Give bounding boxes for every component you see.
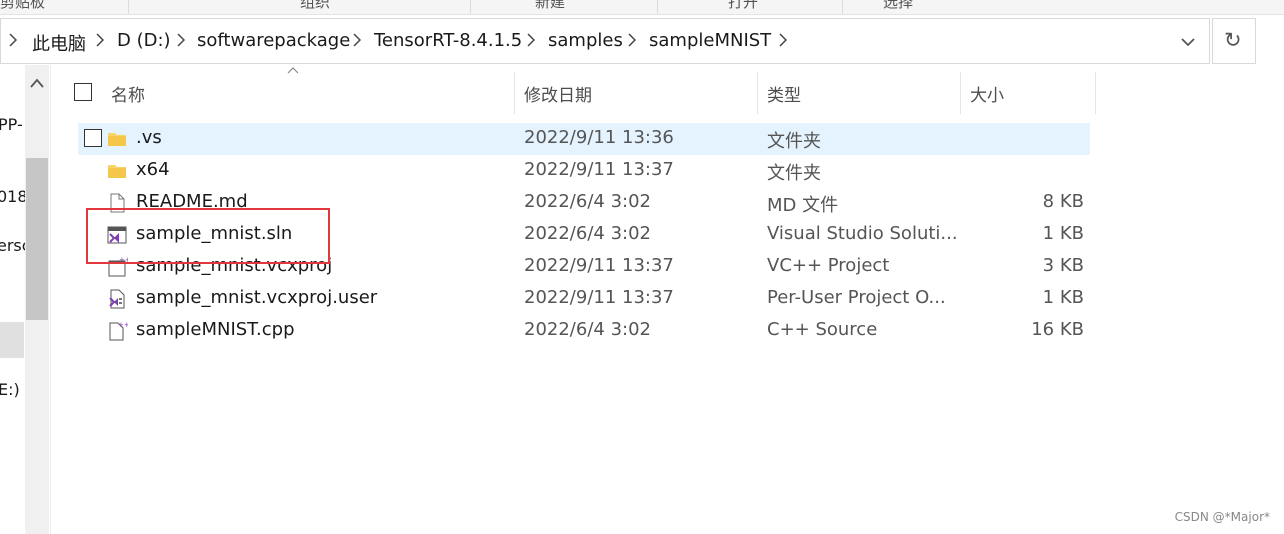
file-date: 2022/6/4 3:02 xyxy=(524,223,651,244)
file-type: MD 文件 xyxy=(767,195,839,216)
refresh-icon: ↻ xyxy=(1224,28,1242,52)
watermark: CSDN @*Major* xyxy=(1174,510,1270,524)
file-name[interactable]: x64 xyxy=(136,159,170,180)
file-row[interactable]: .vs 2022/9/11 13:36 文件夹 xyxy=(78,123,1090,155)
refresh-button[interactable]: ↻ xyxy=(1212,18,1256,64)
ribbon-group-select[interactable]: 选择 xyxy=(883,0,913,12)
file-name[interactable]: .vs xyxy=(136,127,162,148)
file-date: 2022/9/11 13:37 xyxy=(524,287,674,308)
ribbon-separator xyxy=(842,0,843,14)
nav-item-label[interactable]: E:) xyxy=(0,380,20,399)
nav-scrollbar-thumb[interactable] xyxy=(26,158,48,320)
file-name[interactable]: sample_mnist.vcxproj.user xyxy=(136,287,377,308)
chevron-right-icon[interactable] xyxy=(177,33,185,47)
breadcrumb-softwarepackage[interactable]: softwarepackage xyxy=(197,30,350,51)
nav-selected-item[interactable] xyxy=(0,322,24,358)
file-row[interactable]: sample_mnist.vcxproj.user 2022/9/11 13:3… xyxy=(78,283,1090,315)
column-header-type[interactable]: 类型 xyxy=(767,81,801,106)
breadcrumb-this-pc[interactable]: 此电脑 xyxy=(32,30,86,56)
breadcrumb-samplemnist[interactable]: sampleMNIST xyxy=(649,30,771,51)
ribbon-group-open[interactable]: 打开 xyxy=(728,0,758,12)
column-separator[interactable] xyxy=(1095,72,1096,114)
column-separator[interactable] xyxy=(960,72,961,114)
breadcrumb-tensorrt[interactable]: TensorRT-8.4.1.5 xyxy=(374,30,522,51)
file-type: C++ Source xyxy=(767,319,878,340)
file-row[interactable]: x64 2022/9/11 13:37 文件夹 xyxy=(78,155,1090,187)
chevron-right-icon[interactable] xyxy=(353,33,361,47)
chevron-right-icon[interactable] xyxy=(9,33,17,47)
pane-divider xyxy=(50,65,51,534)
ribbon: 剪贴板 组织 新建 打开 选择 xyxy=(0,0,1284,15)
file-date: 2022/9/11 13:36 xyxy=(524,127,674,148)
chevron-right-icon[interactable] xyxy=(779,33,787,47)
file-date: 2022/9/11 13:37 xyxy=(524,159,674,180)
column-separator[interactable] xyxy=(757,72,758,114)
ribbon-separator xyxy=(657,0,658,14)
file-size: 1 KB xyxy=(1042,287,1084,308)
file-type: Per-User Project O... xyxy=(767,287,946,308)
folder-icon xyxy=(108,133,126,146)
sort-ascending-icon xyxy=(287,67,299,74)
cpp-file-icon: ++ xyxy=(109,321,128,341)
ribbon-group-organize[interactable]: 组织 xyxy=(300,0,330,12)
chevron-right-icon[interactable] xyxy=(527,33,535,47)
ribbon-separator xyxy=(128,0,129,14)
file-size: 16 KB xyxy=(1031,319,1084,340)
file-size: 1 KB xyxy=(1042,223,1084,244)
folder-icon xyxy=(108,165,126,178)
breadcrumb-samples[interactable]: samples xyxy=(548,30,623,51)
file-date: 2022/6/4 3:02 xyxy=(524,191,651,212)
highlight-annotation-box xyxy=(86,208,330,264)
column-header-size[interactable]: 大小 xyxy=(970,81,1004,106)
column-header-date[interactable]: 修改日期 xyxy=(524,81,592,106)
ribbon-group-clipboard[interactable]: 剪贴板 xyxy=(0,0,45,12)
chevron-right-icon[interactable] xyxy=(96,33,104,47)
nav-item-label[interactable]: 018 xyxy=(0,187,28,206)
chevron-right-icon[interactable] xyxy=(628,33,636,47)
file-type: 文件夹 xyxy=(767,163,821,184)
scroll-up-icon[interactable] xyxy=(30,78,44,88)
file-type: Visual Studio Soluti... xyxy=(767,223,958,244)
column-separator[interactable] xyxy=(514,72,515,114)
breadcrumb-drive-d[interactable]: D (D:) xyxy=(117,30,171,51)
nav-item-label[interactable]: PP- xyxy=(0,115,23,134)
file-type: VC++ Project xyxy=(767,255,890,276)
ribbon-group-new[interactable]: 新建 xyxy=(535,0,565,12)
file-size: 8 KB xyxy=(1042,191,1084,212)
file-date: 2022/9/11 13:37 xyxy=(524,255,674,276)
svg-text:++: ++ xyxy=(118,321,128,329)
ribbon-separator xyxy=(470,0,471,14)
file-date: 2022/6/4 3:02 xyxy=(524,319,651,340)
chevron-down-icon[interactable] xyxy=(1175,31,1201,53)
file-row[interactable]: ++ sampleMNIST.cpp 2022/6/4 3:02 C++ Sou… xyxy=(78,315,1090,347)
row-checkbox[interactable] xyxy=(84,129,102,147)
vs-user-file-icon xyxy=(109,289,125,309)
file-name[interactable]: sampleMNIST.cpp xyxy=(136,319,295,340)
address-bar[interactable]: 此电脑 D (D:) softwarepackage TensorRT-8.4.… xyxy=(0,18,1210,64)
file-size: 3 KB xyxy=(1042,255,1084,276)
select-all-checkbox[interactable] xyxy=(74,83,92,101)
column-header-name[interactable]: 名称 xyxy=(111,81,145,106)
file-type: 文件夹 xyxy=(767,131,821,152)
